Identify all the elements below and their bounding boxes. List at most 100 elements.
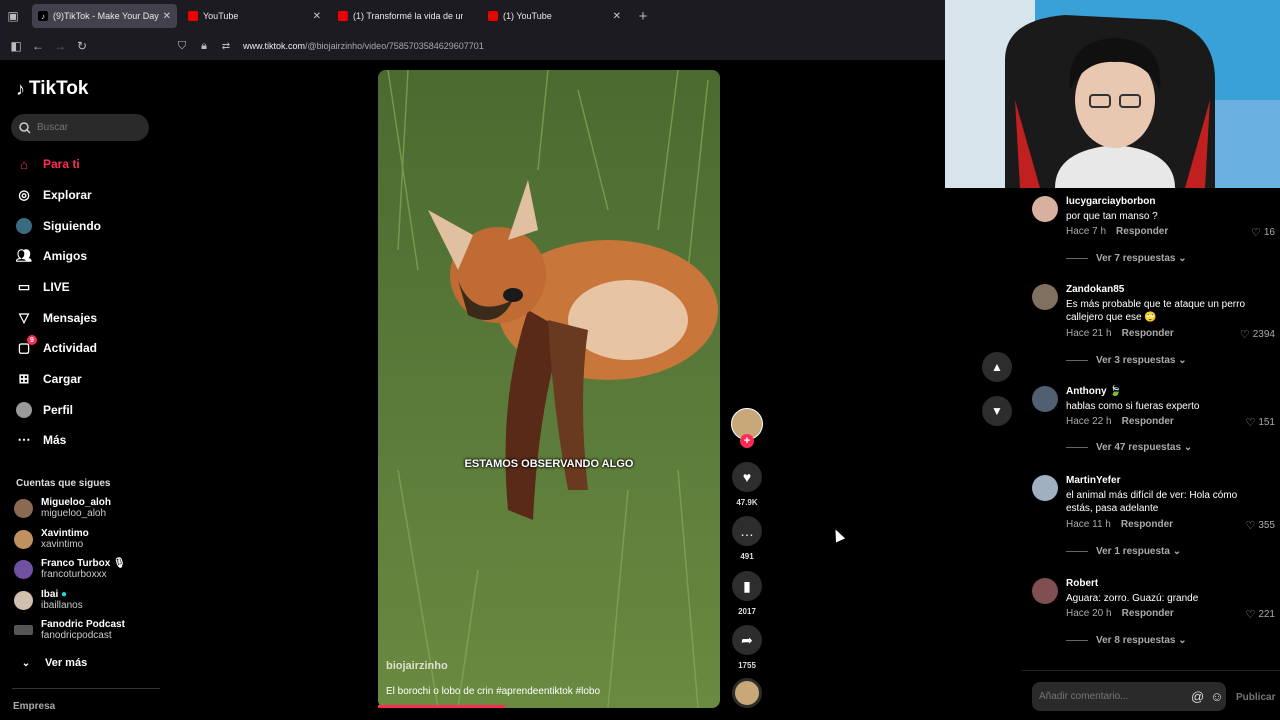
reply-button[interactable]: Responder bbox=[1116, 226, 1168, 237]
new-tab-icon[interactable]: + bbox=[632, 5, 654, 27]
comment-username[interactable]: Robert bbox=[1066, 578, 1098, 589]
comment-input-wrapper[interactable]: @ ☺ bbox=[1032, 682, 1226, 711]
sidebar-item-perfil[interactable]: Perfil bbox=[16, 402, 73, 418]
sidebar-item-para-ti[interactable]: ⌂ Para ti bbox=[16, 156, 80, 172]
comment-like-button[interactable]: ♡ 221 bbox=[1245, 608, 1275, 621]
comment-like-button[interactable]: ♡ 2394 bbox=[1240, 328, 1275, 341]
webcam-scene bbox=[945, 0, 1280, 188]
video-player[interactable] bbox=[378, 70, 720, 708]
sidebar-item-live[interactable]: ▭ LIVE bbox=[16, 279, 70, 295]
save-count: 2017 bbox=[738, 607, 756, 616]
avatar[interactable] bbox=[1032, 475, 1058, 501]
followed-account[interactable]: Franco Turbox 🎙 francoturboxxx bbox=[14, 558, 126, 580]
url-field[interactable]: www.tiktok.com/@biojairzinho/video/75857… bbox=[243, 41, 484, 51]
sidebar-item-siguiendo[interactable]: Siguiendo bbox=[16, 218, 101, 234]
view-replies-button[interactable]: Ver 1 respuesta ⌄ bbox=[1066, 546, 1181, 557]
comment-username[interactable]: Anthony 🍃 bbox=[1066, 386, 1122, 397]
reload-icon[interactable]: ↻ bbox=[71, 35, 93, 57]
reply-button[interactable]: Responder bbox=[1122, 328, 1174, 339]
avatar[interactable] bbox=[1032, 196, 1058, 222]
comment-like-button[interactable]: ♡ 355 bbox=[1245, 519, 1275, 532]
close-icon[interactable]: ✕ bbox=[313, 11, 321, 22]
view-replies-button[interactable]: Ver 7 respuestas ⌄ bbox=[1066, 253, 1187, 264]
browser-tab-tiktok[interactable]: ♪ (9)TikTok - Make Your Day ✕ bbox=[32, 4, 177, 28]
tab-overview-icon[interactable]: ▣ bbox=[2, 5, 24, 27]
followed-account[interactable]: Migueloo_aloh migueloo_aloh bbox=[14, 497, 111, 519]
comment-username[interactable]: Zandokan85 bbox=[1066, 284, 1124, 295]
video-description: El borochi o lobo de crin #aprendeentikt… bbox=[386, 686, 601, 697]
avatar bbox=[14, 559, 33, 579]
sidebar-item-explorar[interactable]: ◎ Explorar bbox=[16, 187, 91, 203]
comment-username[interactable]: lucygarciayborbon bbox=[1066, 196, 1155, 207]
avatar[interactable] bbox=[1032, 578, 1058, 604]
view-replies-button[interactable]: Ver 3 respuestas ⌄ bbox=[1066, 355, 1187, 366]
followed-account[interactable]: Xavintimo xavintimo bbox=[14, 528, 89, 550]
back-icon[interactable]: ← bbox=[27, 35, 49, 57]
view-replies-button[interactable]: Ver 47 respuestas ⌄ bbox=[1066, 442, 1192, 453]
reply-button[interactable]: Responder bbox=[1122, 416, 1174, 427]
comments-panel: lucygarciayborbon por que tan manso ? Ha… bbox=[1022, 188, 1280, 670]
comment-item: MartinYefer el animal más difícil de ver… bbox=[1032, 475, 1277, 565]
account-handle: xavintimo bbox=[41, 539, 84, 550]
browser-tab-youtube-3[interactable]: (1) YouTube ✕ bbox=[482, 4, 627, 28]
permissions-icon[interactable]: ⇄ bbox=[215, 35, 237, 57]
sidebar-toggle-icon[interactable]: ◧ bbox=[5, 35, 27, 57]
forward-icon[interactable]: → bbox=[49, 35, 71, 57]
music-disc[interactable] bbox=[732, 678, 762, 708]
search-bar[interactable] bbox=[11, 114, 149, 141]
sidebar-item-mensajes[interactable]: ▽ Mensajes bbox=[16, 310, 97, 326]
followed-account[interactable]: Ibai ● ibaillanos bbox=[14, 589, 83, 611]
sidebar-item-cargar[interactable]: ⊞ Cargar bbox=[16, 371, 82, 387]
video-progress-bar[interactable] bbox=[378, 705, 505, 708]
avatar[interactable] bbox=[1032, 284, 1058, 310]
comment-button[interactable]: … 491 bbox=[732, 516, 762, 561]
publish-button[interactable]: Publicar bbox=[1236, 692, 1275, 703]
comment-count: 491 bbox=[740, 552, 754, 561]
like-button[interactable]: ♥ 47.9K bbox=[732, 462, 762, 507]
close-icon[interactable]: ✕ bbox=[163, 11, 171, 22]
see-more-button[interactable]: ⌄ Ver más bbox=[18, 655, 87, 671]
shield-icon[interactable]: ⛉ bbox=[171, 35, 193, 57]
search-icon bbox=[19, 121, 31, 134]
url-domain: www.tiktok.com bbox=[243, 41, 306, 51]
reply-button[interactable]: Responder bbox=[1121, 519, 1173, 530]
comment-item: Robert Aguara: zorro. Guazú: grande Hace… bbox=[1032, 578, 1277, 654]
share-icon: ➦ bbox=[732, 625, 762, 655]
browser-tab-youtube[interactable]: YouTube ✕ bbox=[182, 4, 327, 28]
save-button[interactable]: ▮ 2017 bbox=[732, 571, 762, 616]
next-video-button[interactable]: ▼ bbox=[982, 396, 1012, 426]
live-icon: ▭ bbox=[17, 279, 31, 294]
comment-item: Anthony 🍃 hablas como si fueras experto … bbox=[1032, 386, 1277, 462]
comment-username[interactable]: MartinYefer bbox=[1066, 475, 1120, 486]
view-replies-button[interactable]: Ver 8 respuestas ⌄ bbox=[1066, 635, 1187, 646]
maned-wolf-video-frame bbox=[378, 70, 720, 708]
comment-like-button[interactable]: ♡ 16 bbox=[1251, 226, 1275, 239]
footer-link-empresa[interactable]: Empresa bbox=[13, 701, 55, 712]
lock-icon[interactable]: 🔒︎ bbox=[193, 35, 215, 57]
bookmark-icon: ▮ bbox=[732, 571, 762, 601]
comment-meta: Hace 7 h Responder bbox=[1066, 226, 1168, 237]
avatar[interactable] bbox=[1032, 386, 1058, 412]
previous-video-button[interactable]: ▲ bbox=[982, 352, 1012, 382]
profile-icon bbox=[16, 402, 32, 418]
sidebar-item-amigos[interactable]: 👥︎ Amigos bbox=[16, 248, 87, 264]
follow-plus-icon[interactable]: + bbox=[740, 434, 754, 448]
account-handle: francoturboxxx bbox=[41, 569, 107, 580]
comment-input[interactable] bbox=[1039, 691, 1179, 702]
search-input[interactable] bbox=[37, 122, 137, 133]
reply-button[interactable]: Responder bbox=[1122, 608, 1174, 619]
tiktok-icon: ♪ bbox=[38, 11, 48, 21]
emoji-icon[interactable]: ☺ bbox=[1210, 689, 1223, 704]
sidebar-item-actividad[interactable]: ▢ 9 Actividad bbox=[16, 335, 97, 356]
comment-like-button[interactable]: ♡ 151 bbox=[1245, 416, 1275, 429]
tiktok-logo[interactable]: ♪ TikTok bbox=[16, 78, 88, 100]
sidebar-item-mas[interactable]: ⋯ Más bbox=[16, 432, 67, 448]
comment-item: Zandokan85 Es más probable que te ataque… bbox=[1032, 284, 1277, 374]
video-author[interactable]: biojairzinho bbox=[386, 660, 448, 672]
close-icon[interactable]: ✕ bbox=[613, 11, 621, 22]
share-button[interactable]: ➦ 1755 bbox=[732, 625, 762, 670]
upload-icon: ⊞ bbox=[18, 371, 30, 386]
followed-account[interactable]: Fanodric Podcast fanodricpodcast bbox=[14, 619, 125, 641]
mention-icon[interactable]: @ bbox=[1191, 689, 1204, 704]
browser-tab-youtube-2[interactable]: (1) Transformé la vida de un stre bbox=[332, 4, 480, 28]
